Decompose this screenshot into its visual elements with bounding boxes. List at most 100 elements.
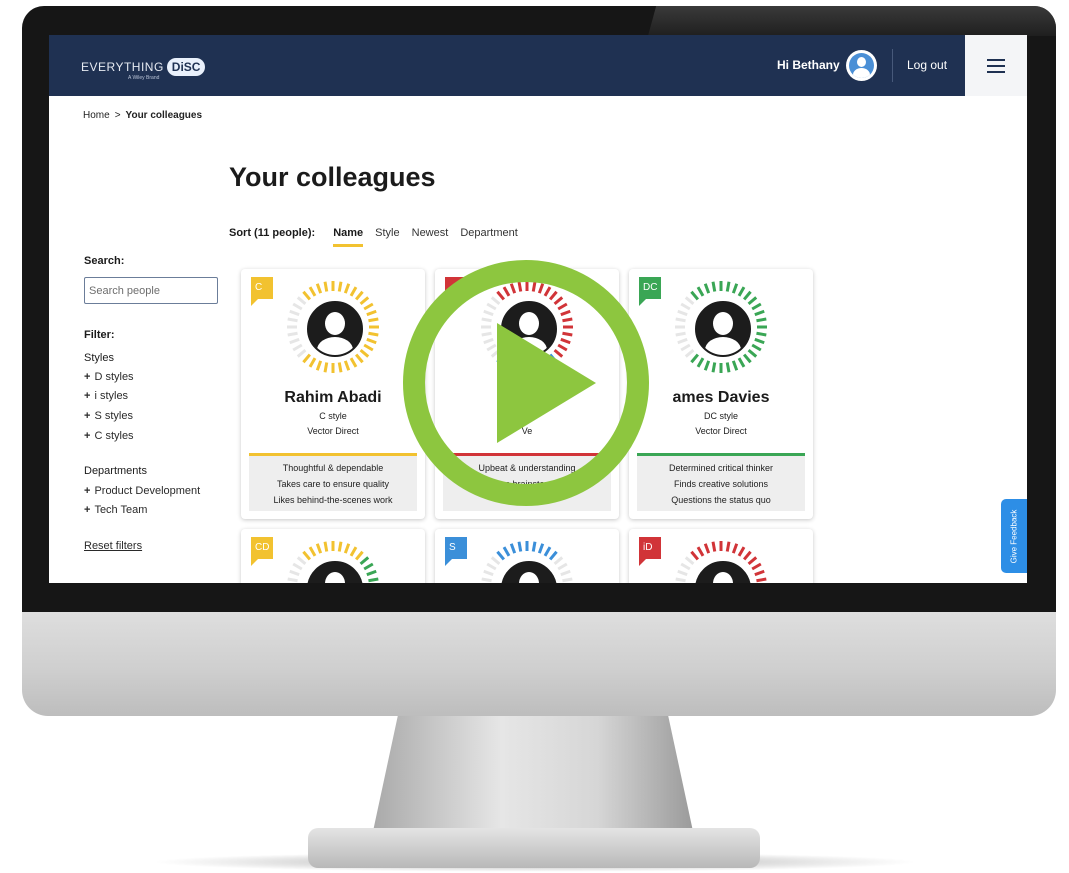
ring-tick [557,562,568,571]
filter-label-text: S styles [94,410,133,422]
colleague-name: ames Davies [672,389,770,406]
ring-tick [323,541,329,552]
ring-tick [731,283,739,294]
ring-tick [703,283,711,294]
sort-option-department[interactable]: Department [460,227,517,239]
ring-tick [711,541,717,552]
search-label: Search: [84,255,125,267]
ring-tick [502,546,511,557]
ring-tick [747,296,758,306]
ring-tick [680,562,691,571]
ring-tick [359,348,370,358]
ring-tick [696,286,705,297]
everything-disc-logo[interactable]: EVERYTHING DiSC A Wiley Brand [81,55,206,81]
ring-tick [731,543,739,554]
trait-text: Finds creative solutions [673,479,769,489]
ring-tick [684,296,695,306]
style-badge: iD [639,537,661,566]
ring-tick [289,337,300,345]
ring-tick [496,550,506,561]
ring-tick [680,302,691,311]
colleague-style: C style [319,411,347,421]
ring-tick [296,348,307,358]
ring-tick [343,283,351,294]
filter-i-styles[interactable]: + i styles [84,390,128,402]
ring-tick [359,556,370,566]
user-avatar-icon[interactable] [846,50,877,81]
sort-option-newest[interactable]: Newest [412,227,449,239]
colleague-style: DC style [703,411,738,421]
ring-tick [363,343,374,352]
filter-product-development[interactable]: + Product Development [84,485,200,497]
ring-tick [289,569,300,577]
hamburger-icon [987,58,1005,73]
sort-option-name[interactable]: Name [333,227,363,247]
ring-tick [287,317,298,323]
ring-tick [703,360,711,371]
ring-tick [368,331,379,337]
ring-tick [562,577,573,583]
ring-tick [354,290,364,301]
ring-tick [337,541,343,552]
filter-tech-team[interactable]: + Tech Team [84,504,147,516]
colleague-card[interactable]: S [435,529,619,583]
plus-icon: + [84,485,91,497]
ring-tick [517,541,523,552]
logout-link[interactable]: Log out [907,58,947,72]
ring-tick [302,353,312,364]
ring-tick [737,286,746,297]
ring-tick [675,331,686,337]
trait-text: Thoughtful & dependable [282,463,384,473]
colleague-card[interactable]: CD [241,529,425,583]
ring-tick [509,543,517,554]
filter-label-text: C styles [94,430,134,442]
ring-tick [680,343,691,352]
give-feedback-button[interactable]: Give Feedback [1001,499,1027,573]
ring-tick [287,331,298,337]
colleague-card[interactable]: iD [629,529,813,583]
reset-filters-link[interactable]: Reset filters [84,540,142,552]
ring-tick [349,546,358,557]
colleague-card[interactable]: C Rahim Abadi C style Vector Direct Thou… [241,269,425,519]
monitor-stand-base [308,828,760,868]
ring-tick [696,546,705,557]
traits-panel: Determined critical thinker Finds creati… [637,453,805,511]
ring-tick [323,362,329,373]
ring-tick [359,296,370,306]
filter-d-styles[interactable]: + D styles [84,371,134,383]
ring-tick [690,550,700,561]
ring-tick [537,543,545,554]
ring-tick [675,577,686,583]
traits-panel: Thoughtful & dependable Takes care to en… [249,453,417,511]
ring-tick [292,562,303,571]
colleague-name: Rahim Abadi [284,389,382,406]
ring-tick [553,556,564,566]
filter-s-styles[interactable]: + S styles [84,410,133,422]
logo-text: EVERYTHING [81,60,164,74]
colleague-card[interactable]: DC ames Davies DC style Vector Direct De… [629,269,813,519]
sort-option-style[interactable]: Style [375,227,399,239]
ring-tick [302,550,312,561]
breadcrumb-home[interactable]: Home [83,110,110,121]
ring-tick [354,353,364,364]
sort-label: Sort (11 people): [229,227,316,239]
ring-tick [543,546,552,557]
ring-tick [337,281,343,292]
ring-tick [531,541,537,552]
search-input[interactable] [84,277,218,304]
ring-tick [337,362,343,373]
style-badge: S [445,537,467,566]
person-avatar-icon [307,301,363,357]
menu-button[interactable] [965,35,1027,96]
ring-tick [751,562,762,571]
play-icon[interactable] [400,257,652,509]
ring-tick [366,309,377,317]
plus-icon: + [84,430,91,442]
ring-tick [486,562,497,571]
filter-c-styles[interactable]: + C styles [84,430,134,442]
ring-tick [756,331,767,337]
sort-bar: Sort (11 people): Name Style Newest Depa… [229,227,530,247]
style-badge: CD [251,537,273,566]
ring-tick [684,348,695,358]
styles-heading: Styles [84,352,114,364]
